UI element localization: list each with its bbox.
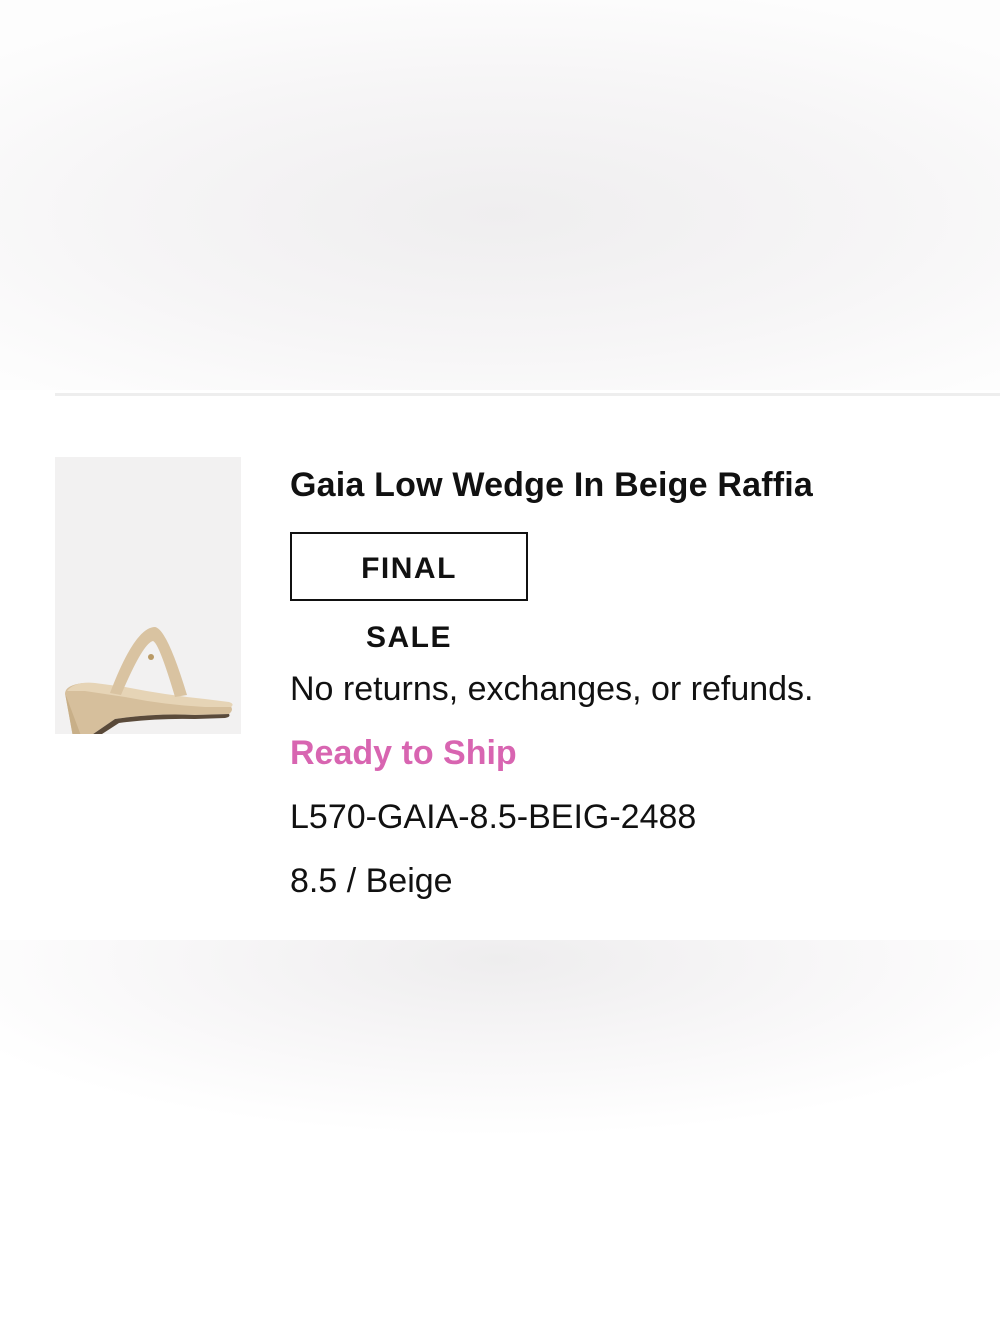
product-title[interactable]: Gaia Low Wedge In Beige Raffia (290, 464, 980, 506)
order-item-card: Gaia Low Wedge In Beige Raffia FINAL SAL… (0, 390, 1000, 942)
product-variant: 8.5 / Beige (290, 862, 453, 900)
backdrop-top (0, 0, 1000, 390)
wedge-sandal-icon (65, 627, 233, 734)
backdrop-bottom (0, 940, 1000, 1333)
product-sku: L570-GAIA-8.5-BEIG-2488 (290, 798, 697, 836)
divider (55, 393, 1000, 396)
item-details: Gaia Low Wedge In Beige Raffia FINAL SAL… (290, 464, 980, 902)
availability-status: Ready to Ship (290, 734, 517, 772)
final-sale-badge: FINAL SALE (290, 532, 528, 654)
product-thumbnail[interactable] (55, 457, 241, 734)
policy-note: No returns, exchanges, or refunds. (290, 670, 814, 708)
